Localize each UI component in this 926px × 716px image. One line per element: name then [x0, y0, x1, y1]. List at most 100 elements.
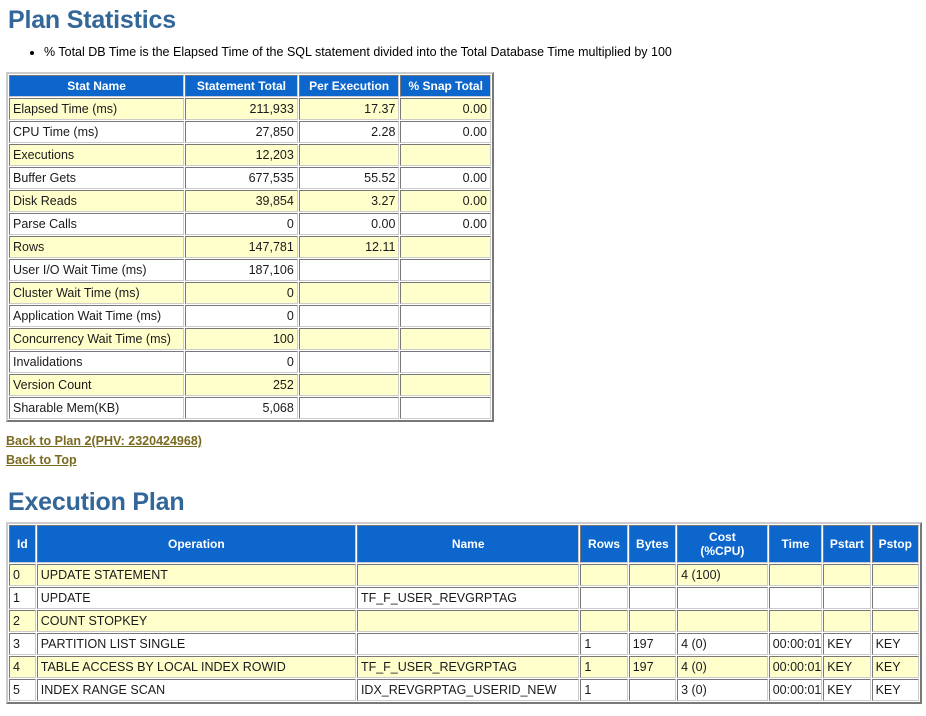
cell-time	[768, 610, 823, 632]
cell-statement-total: 147,781	[185, 236, 298, 258]
page-title-execution-plan: Execution Plan	[8, 488, 185, 516]
cell-cost: 3 (0)	[677, 679, 768, 701]
cell-stat-name: Sharable Mem(KB)	[9, 397, 185, 419]
cell-snap-total: 0.00	[400, 213, 491, 235]
cell-id: 0	[9, 564, 36, 586]
cell-rows	[580, 587, 628, 609]
cell-pstart	[823, 587, 871, 609]
cell-pstart	[823, 564, 871, 586]
cell-bytes	[628, 610, 677, 632]
execution-plan-table: Id Operation Name Rows Bytes Cost (%CPU)…	[6, 522, 922, 704]
cell-snap-total	[400, 374, 491, 396]
cost-label-line2: (%CPU)	[700, 544, 745, 558]
cell-rows: 1	[580, 633, 628, 655]
cell-statement-total: 211,933	[185, 98, 298, 120]
table-row: Invalidations 0	[9, 351, 491, 373]
cell-per-execution: 0.00	[298, 213, 400, 235]
cell-name	[356, 610, 580, 632]
cell-rows: 1	[580, 679, 628, 701]
cell-snap-total: 0.00	[400, 190, 491, 212]
cell-stat-name: Cluster Wait Time (ms)	[9, 282, 185, 304]
link-back-to-top[interactable]: Back to Top	[6, 451, 926, 470]
cell-statement-total: 187,106	[185, 259, 298, 281]
cell-id: 5	[9, 679, 36, 701]
column-header-statement-total: Statement Total	[185, 75, 298, 97]
cell-operation: UPDATE STATEMENT	[36, 564, 356, 586]
cell-statement-total: 252	[185, 374, 298, 396]
cell-per-execution	[298, 259, 400, 281]
cell-stat-name: Application Wait Time (ms)	[9, 305, 185, 327]
column-header-name: Name	[356, 525, 580, 563]
cell-stat-name: Parse Calls	[9, 213, 185, 235]
cell-bytes	[628, 679, 677, 701]
cell-cost	[677, 610, 768, 632]
link-back-to-plan[interactable]: Back to Plan 2(PHV: 2320424968)	[6, 432, 926, 451]
column-header-pstart: Pstart	[823, 525, 871, 563]
table-row: 3 PARTITION LIST SINGLE 1 197 4 (0) 00:00:01 K…	[9, 633, 919, 655]
table-row: Version Count 252	[9, 374, 491, 396]
cell-per-execution	[298, 282, 400, 304]
cell-pstop: KEY	[871, 633, 919, 655]
column-header-id: Id	[9, 525, 36, 563]
column-header-bytes: Bytes	[628, 525, 677, 563]
cell-stat-name: Invalidations	[9, 351, 185, 373]
cell-name	[356, 564, 580, 586]
cell-stat-name: User I/O Wait Time (ms)	[9, 259, 185, 281]
cell-bytes: 197	[628, 633, 677, 655]
cell-operation: COUNT STOPKEY	[36, 610, 356, 632]
table-row: 5 INDEX RANGE SCAN IDX_REVGRPTAG_USERID_NE…	[9, 679, 919, 701]
cell-per-execution: 12.11	[298, 236, 400, 258]
cell-name: TF_F_USER_REVGRPTAG	[356, 656, 580, 678]
cell-per-execution	[298, 328, 400, 350]
cell-time: 00:00:01	[768, 633, 823, 655]
cell-pstop: KEY	[871, 656, 919, 678]
cell-per-execution: 55.52	[298, 167, 400, 189]
report-page: Plan Statistics % Total DB Time is the E…	[0, 6, 926, 704]
cell-snap-total: 0.00	[400, 98, 491, 120]
cell-statement-total: 0	[185, 351, 298, 373]
cell-per-execution	[298, 374, 400, 396]
cell-per-execution: 3.27	[298, 190, 400, 212]
cell-cost	[677, 587, 768, 609]
cell-snap-total	[400, 259, 491, 281]
cell-snap-total	[400, 144, 491, 166]
cell-stat-name: Rows	[9, 236, 185, 258]
cell-name: IDX_REVGRPTAG_USERID_NEW	[356, 679, 580, 701]
cell-id: 2	[9, 610, 36, 632]
cell-pstart: KEY	[823, 679, 871, 701]
cell-snap-total	[400, 328, 491, 350]
table-header-row: Id Operation Name Rows Bytes Cost (%CPU)…	[9, 525, 919, 563]
column-header-time: Time	[768, 525, 823, 563]
table-row: Rows 147,781 12.11	[9, 236, 491, 258]
table-row: Elapsed Time (ms) 211,933 17.37 0.00	[9, 98, 491, 120]
cell-snap-total: 0.00	[400, 167, 491, 189]
cost-label-line1: Cost	[709, 530, 736, 544]
plan-statistics-notes: % Total DB Time is the Elapsed Time of t…	[0, 45, 926, 60]
cell-pstop	[871, 610, 919, 632]
cell-stat-name: Buffer Gets	[9, 167, 185, 189]
table-row: Cluster Wait Time (ms) 0	[9, 282, 491, 304]
cell-per-execution: 17.37	[298, 98, 400, 120]
plan-statistics-table: Stat Name Statement Total Per Execution …	[6, 72, 494, 422]
table-row: 2 COUNT STOPKEY	[9, 610, 919, 632]
cell-cost: 4 (0)	[677, 633, 768, 655]
cell-snap-total: 0.00	[400, 121, 491, 143]
table-row: Sharable Mem(KB) 5,068	[9, 397, 491, 419]
cell-time	[768, 587, 823, 609]
cell-cost: 4 (0)	[677, 656, 768, 678]
cell-per-execution	[298, 351, 400, 373]
cell-operation: INDEX RANGE SCAN	[36, 679, 356, 701]
cell-statement-total: 0	[185, 282, 298, 304]
cell-operation: UPDATE	[36, 587, 356, 609]
cell-statement-total: 677,535	[185, 167, 298, 189]
cell-pstop	[871, 587, 919, 609]
cell-stat-name: Concurrency Wait Time (ms)	[9, 328, 185, 350]
cell-operation: PARTITION LIST SINGLE	[36, 633, 356, 655]
table-row: Buffer Gets 677,535 55.52 0.00	[9, 167, 491, 189]
column-header-snap-total: % Snap Total	[400, 75, 491, 97]
cell-bytes	[628, 564, 677, 586]
cell-stat-name: CPU Time (ms)	[9, 121, 185, 143]
cell-snap-total	[400, 282, 491, 304]
cell-snap-total	[400, 305, 491, 327]
table-row: Concurrency Wait Time (ms) 100	[9, 328, 491, 350]
